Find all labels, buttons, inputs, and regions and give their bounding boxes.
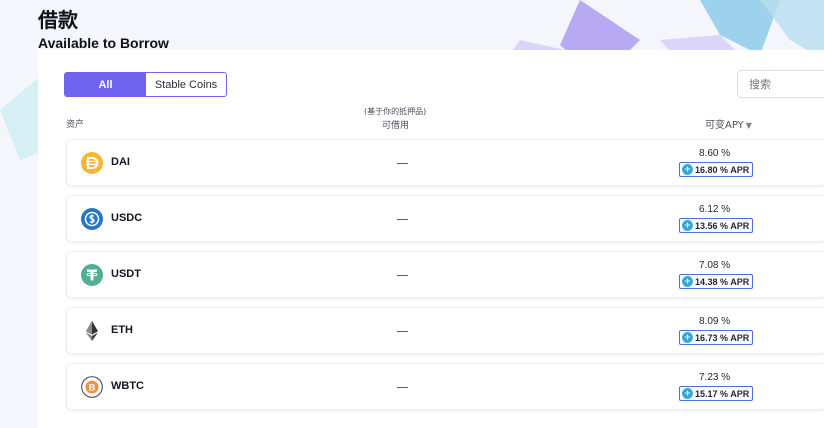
asset-row-wbtc[interactable]: B WBTC 7.23 % + 15.17 % APR [66,363,824,410]
apr-value: 13.56 % APR [695,220,750,231]
apr-value: 15.17 % APR [695,388,750,399]
apr-badge[interactable]: + 16.73 % APR [679,330,754,345]
column-header-apy-label: 可变APY [705,120,744,131]
plus-icon: + [682,220,693,231]
apr-badge[interactable]: + 13.56 % APR [679,218,754,233]
column-header-available: 可借用 [382,121,410,131]
asset-row-usdc[interactable]: USDC 6.12 % + 13.56 % APR [66,195,824,242]
available-amount [397,331,408,332]
asset-symbol: USDC [111,212,143,224]
apy-value: 8.60 % [699,148,731,159]
asset-row-usdt[interactable]: USDT 7.08 % + 14.38 % APR [66,251,824,298]
filter-stable-coins-button[interactable]: Stable Coins [146,73,226,96]
asset-row-dai[interactable]: DAI 8.60 % + 16.80 % APR [66,139,824,186]
column-header-asset: 资产 [66,120,85,130]
usdt-icon [81,264,103,286]
asset-symbol: ETH [111,324,133,336]
apr-value: 16.80 % APR [695,164,750,175]
apr-badge[interactable]: + 14.38 % APR [679,274,754,289]
apr-badge[interactable]: + 15.17 % APR [679,386,754,401]
search-input[interactable] [737,70,824,98]
apr-badge[interactable]: + 16.80 % APR [679,162,754,177]
apy-value: 7.08 % [699,260,731,271]
dai-icon [81,152,103,174]
page-subtitle: Available to Borrow [38,35,169,51]
available-amount [397,275,408,276]
apr-value: 14.38 % APR [695,276,750,287]
eth-icon [86,321,98,341]
asset-symbol: WBTC [111,380,144,392]
asset-row-eth[interactable]: ETH 8.09 % + 16.73 % APR [66,307,824,354]
available-amount [397,219,408,220]
asset-symbol: DAI [111,156,130,168]
plus-icon: + [682,276,693,287]
apr-value: 16.73 % APR [695,332,750,343]
column-header-apy[interactable]: 可变APY ▼ [705,116,752,131]
plus-icon: + [682,332,693,343]
wbtc-icon: B [81,376,103,398]
page-title: 借款 [38,8,78,32]
apy-value: 8.09 % [699,316,731,327]
asset-filter-segmented: All Stable Coins [64,72,227,97]
available-amount [397,163,408,164]
usdc-icon [81,208,103,230]
sort-caret-icon[interactable]: ▼ [746,121,752,130]
filter-all-button[interactable]: All [65,73,146,96]
plus-icon: + [682,164,693,175]
apy-value: 7.23 % [699,372,731,383]
asset-symbol: USDT [111,268,141,280]
apy-value: 6.12 % [699,204,731,215]
plus-icon: + [682,388,693,399]
column-header-borrow-note: (基于你的抵押品) [364,107,427,116]
svg-text:B: B [89,382,96,392]
available-amount [397,387,408,388]
